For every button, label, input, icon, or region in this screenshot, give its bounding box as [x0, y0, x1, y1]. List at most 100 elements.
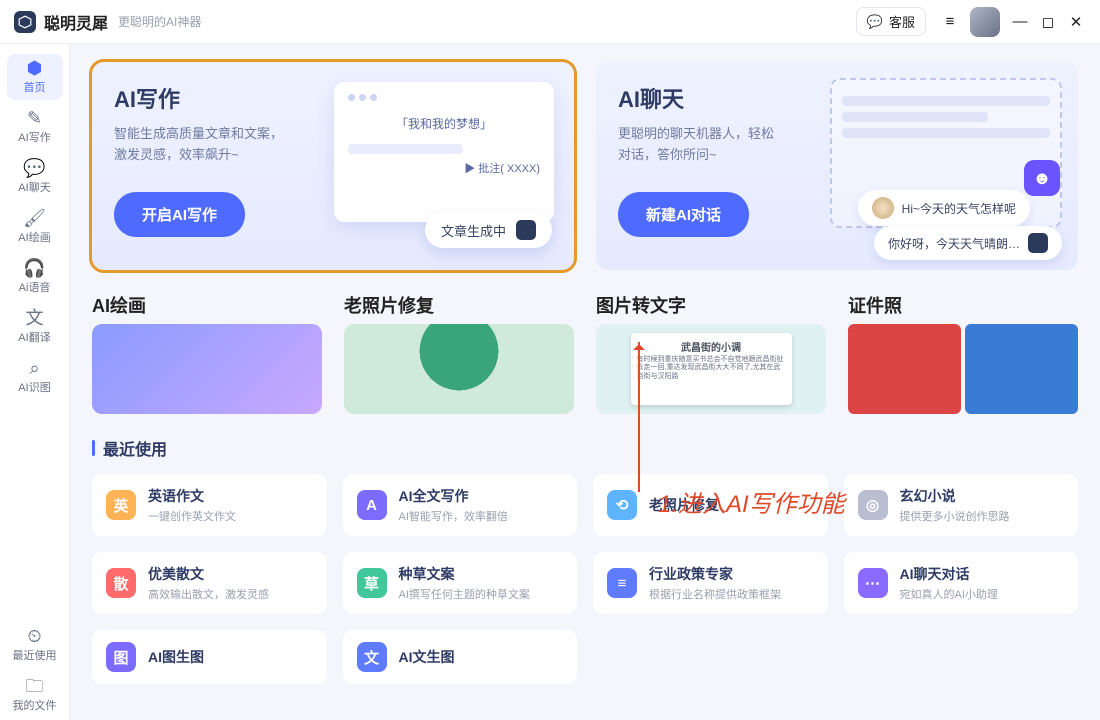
feature-thumb: 武昌街的小调 有时候到重庆随意买书总会不自觉地跟武昌街扯去走一回,重达发现武昌街… [596, 324, 826, 414]
feature-title: 图片转文字 [596, 292, 826, 318]
window-dots-icon [348, 94, 540, 101]
tile-title: 玄幻小说 [900, 486, 1010, 506]
annotation-text: 1.进入AI写作功能 [658, 484, 845, 519]
chat-float-icon: ☻ [1024, 160, 1060, 196]
tile-sub: 高效输出散文，激发灵感 [148, 586, 269, 602]
home-icon: ⬢ [27, 59, 43, 77]
feature-thumb [92, 324, 322, 414]
tile-title: 优美散文 [148, 564, 269, 584]
sidebar-item-write[interactable]: ✎AI写作 [7, 104, 63, 150]
start-chat-button[interactable]: 新建AI对话 [618, 192, 749, 237]
feature-thumb [344, 324, 574, 414]
feature-title: 老照片修复 [344, 292, 574, 318]
app-name: 聪明灵犀 [44, 10, 108, 34]
write-note: ▶ 批注( XXXX) [348, 160, 540, 176]
sidebar-item-home[interactable]: ⬢首页 [7, 54, 63, 100]
maximize-button[interactable]: ◻ [1034, 8, 1062, 36]
tile-title: AI图生图 [148, 647, 204, 667]
tile-title: AI聊天对话 [900, 564, 998, 584]
hex-badge-icon [516, 220, 536, 240]
feature-ai-paint[interactable]: AI绘画 [92, 292, 322, 414]
feature-ocr[interactable]: 图片转文字 武昌街的小调 有时候到重庆随意买书总会不自觉地跟武昌街扯去走一回,重… [596, 292, 826, 414]
write-graphic: 「我和我的梦想」 ▶ 批注( XXXX) [334, 82, 554, 222]
tile-title: AI文生图 [399, 647, 455, 667]
recent-tile[interactable]: 文 AI文生图 [343, 630, 578, 684]
sidebar-item-voice[interactable]: 🎧Ai语音 [7, 254, 63, 300]
scan-icon: ⌕ [29, 359, 39, 377]
feature-title: AI绘画 [92, 292, 322, 318]
tile-icon: ⟲ [607, 490, 637, 520]
sidebar: ⬢首页 ✎AI写作 💬AI聊天 🖌AI绘画 🎧Ai语音 文AI翻译 ⌕AI识图 … [0, 44, 70, 720]
chat-icon: 💬 [23, 159, 45, 177]
feature-title: 证件照 [848, 292, 1078, 318]
recent-tile[interactable]: 英英语作文一键创作英文作文 [92, 474, 327, 536]
write-quote: 「我和我的梦想」 [348, 115, 540, 132]
card-ai-chat[interactable]: AI聊天 更聪明的聊天机器人，轻松对话，答你所问~ 新建AI对话 ☻ Hi~今天… [596, 62, 1078, 270]
tile-sub: AI智能写作，效率翻倍 [399, 508, 508, 524]
card-ai-write[interactable]: AI写作 智能生成高质量文章和文案，激发灵感，效率飙升~ 开启AI写作 AI 「… [92, 62, 574, 270]
tile-sub: 提供更多小说创作思路 [900, 508, 1010, 524]
folder-icon: 🗀 [26, 677, 44, 695]
user-avatar[interactable] [970, 7, 1000, 37]
feature-id-photo[interactable]: 证件照 [848, 292, 1078, 414]
doc-preview: 武昌街的小调 有时候到重庆随意买书总会不自觉地跟武昌街扯去走一回,重达发现武昌街… [631, 333, 792, 405]
close-button[interactable]: ✕ [1062, 8, 1090, 36]
generating-pill: 文章生成中 [425, 212, 552, 248]
brush-icon: 🖌 [23, 209, 46, 227]
recent-tile[interactable]: 图 AI图生图 [92, 630, 327, 684]
sidebar-item-ocr[interactable]: ⌕AI识图 [7, 354, 63, 400]
sidebar-item-recent[interactable]: ⏲最近使用 [7, 622, 63, 668]
sidebar-item-translate[interactable]: 文AI翻译 [7, 304, 63, 350]
sidebar-item-paint[interactable]: 🖌AI绘画 [7, 204, 63, 250]
generating-label: 文章生成中 [441, 221, 506, 240]
tile-title: 英语作文 [148, 486, 236, 506]
app-slogan: 更聪明的AI神器 [118, 13, 201, 30]
tile-sub: 根据行业名称提供政策框架 [649, 586, 781, 602]
tile-icon: 草 [357, 568, 387, 598]
recent-tile[interactable]: 草种草文案 AI撰写任何主题的种草文案 [343, 552, 578, 614]
recent-tile[interactable]: ⋯ AI聊天对话宛如真人的AI小助理 [844, 552, 1079, 614]
tile-icon: 图 [106, 642, 136, 672]
tile-icon: ⋯ [858, 568, 888, 598]
clock-icon: ⏲ [27, 627, 41, 645]
tile-sub: AI撰写任何主题的种草文案 [399, 586, 530, 602]
chat-bubble-2: 你好呀，今天天气晴朗… [874, 226, 1062, 260]
tile-icon: 文 [357, 642, 387, 672]
card-write-desc: 智能生成高质量文章和文案，激发灵感，效率飙升~ [114, 124, 304, 166]
card-chat-desc: 更聪明的聊天机器人，轻松对话，答你所问~ [618, 124, 808, 166]
pen-icon: ✎ [27, 109, 42, 127]
tile-title: 种草文案 [399, 564, 530, 584]
sidebar-item-chat[interactable]: 💬AI聊天 [7, 154, 63, 200]
tile-sub: 宛如真人的AI小助理 [900, 586, 998, 602]
feature-thumb [848, 324, 1078, 414]
tile-sub: 一键创作英文作文 [148, 508, 236, 524]
app-logo-icon [14, 11, 36, 33]
minimize-button[interactable]: — [1006, 8, 1034, 36]
menu-button[interactable]: ≡ [936, 8, 964, 36]
support-button[interactable]: 💬 客服 [856, 7, 926, 36]
tile-icon: A [357, 490, 387, 520]
feature-photo-restore[interactable]: 老照片修复 [344, 292, 574, 414]
recent-tile[interactable]: ◎ 玄幻小说提供更多小说创作思路 [844, 474, 1079, 536]
tile-icon: ≡ [607, 568, 637, 598]
chat-bubble-1: Hi~今天的天气怎样呢 [858, 190, 1030, 226]
mini-avatar-icon [872, 197, 894, 219]
titlebar: 聪明灵犀 更聪明的AI神器 💬 客服 ≡ — ◻ ✕ [0, 0, 1100, 44]
recent-heading: 最近使用 [92, 436, 1078, 460]
hex-badge-icon [1028, 233, 1048, 253]
tile-icon: ◎ [858, 490, 888, 520]
recent-tile[interactable]: A AI全文写作 AI智能写作，效率翻倍 [343, 474, 578, 536]
support-label: 客服 [889, 12, 915, 31]
tile-title: AI全文写作 [399, 486, 508, 506]
sidebar-item-files[interactable]: 🗀我的文件 [7, 672, 63, 718]
tile-title: 行业政策专家 [649, 564, 781, 584]
tile-icon: 英 [106, 490, 136, 520]
translate-icon: 文 [26, 309, 44, 327]
headphone-icon: 🎧 [23, 259, 45, 277]
chat-icon: 💬 [867, 14, 883, 30]
tile-icon: 散 [106, 568, 136, 598]
annotation-arrow-icon [638, 342, 640, 492]
recent-tile[interactable]: 散优美散文高效输出散文，激发灵感 [92, 552, 327, 614]
start-write-button[interactable]: 开启AI写作 [114, 192, 245, 237]
recent-tile[interactable]: ≡ 行业政策专家根据行业名称提供政策框架 [593, 552, 828, 614]
